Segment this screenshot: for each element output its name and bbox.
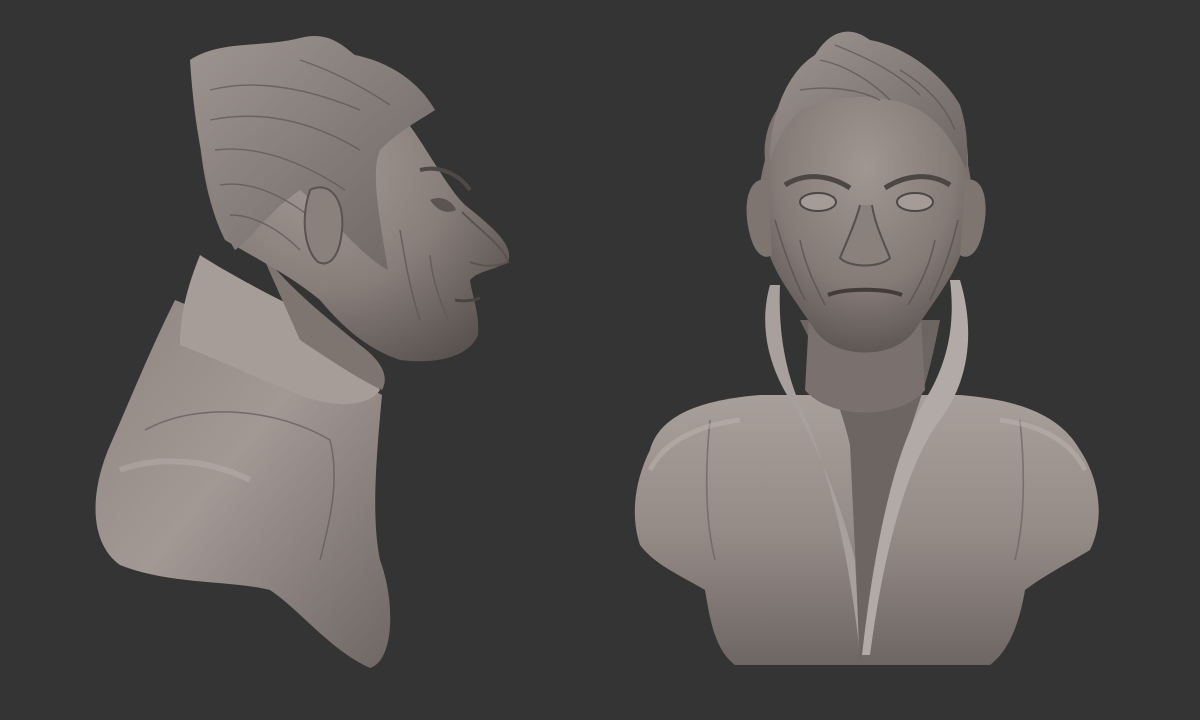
front-view-bust xyxy=(634,31,1099,665)
sculpt-viewport xyxy=(0,0,1200,720)
front-eye-left xyxy=(799,192,837,212)
sculpt-canvas xyxy=(95,31,1099,668)
front-eye-right xyxy=(896,192,934,212)
side-ear xyxy=(303,186,344,265)
front-ear-left xyxy=(746,179,772,257)
side-profile-bust xyxy=(95,35,510,668)
